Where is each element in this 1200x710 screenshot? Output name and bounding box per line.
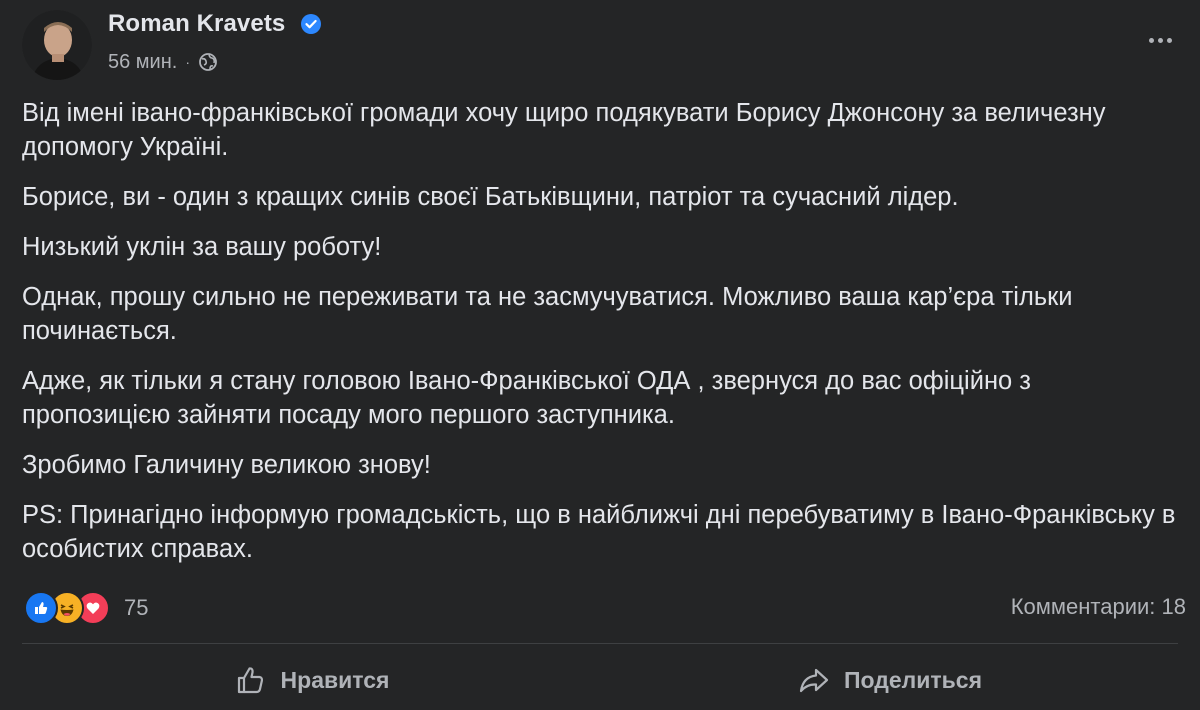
globe-icon[interactable]: [198, 52, 218, 72]
like-icon: [24, 591, 58, 625]
facebook-post: Roman Kravets 56 мин. · Від імені івано-…: [0, 0, 1200, 710]
post-paragraph: Борисе, ви - один з кращих синів своєї Б…: [22, 183, 959, 211]
post-paragraph: Від імені івано-франківської громади хоч…: [22, 99, 1106, 161]
post-paragraph: Адже, як тільки я стану головою Івано-Фр…: [22, 367, 1031, 429]
verified-badge-icon: [301, 14, 321, 34]
post-paragraph: Зробимо Галичину великою знову!: [22, 451, 431, 479]
post-timestamp[interactable]: 56 мин.: [108, 51, 177, 74]
post-actions: Нравится Поделиться: [22, 650, 1178, 710]
like-button[interactable]: Нравится: [22, 650, 600, 710]
post-paragraph: PS: Принагідно інформую громадськість, щ…: [22, 501, 1176, 563]
share-button-label: Поделиться: [843, 666, 983, 693]
post-paragraph: Низький уклін за вашу роботу!: [22, 233, 382, 261]
comments-count-link[interactable]: Комментарии: 18: [1011, 594, 1186, 620]
reactions-summary[interactable]: 75: [24, 591, 149, 625]
post-body: Від імені івано-франківської громади хоч…: [22, 96, 1177, 582]
author-name[interactable]: Roman Kravets: [108, 10, 285, 38]
share-button[interactable]: Поделиться: [600, 650, 1178, 710]
thumbs-up-icon: [237, 667, 263, 694]
divider: [22, 643, 1178, 644]
post-paragraph: Однак, прошу сильно не переживати та не …: [22, 283, 1073, 345]
share-arrow-icon: [799, 668, 829, 693]
like-button-label: Нравится: [280, 666, 390, 693]
more-dot-icon: [1166, 37, 1172, 43]
more-dot-icon: [1157, 37, 1163, 43]
reaction-count: 75: [124, 595, 149, 620]
author-avatar[interactable]: [22, 10, 92, 80]
more-options-button[interactable]: [1142, 26, 1178, 54]
more-dot-icon: [1148, 37, 1154, 43]
meta-separator: ·: [185, 54, 190, 70]
post-meta: 56 мин. ·: [108, 49, 218, 75]
